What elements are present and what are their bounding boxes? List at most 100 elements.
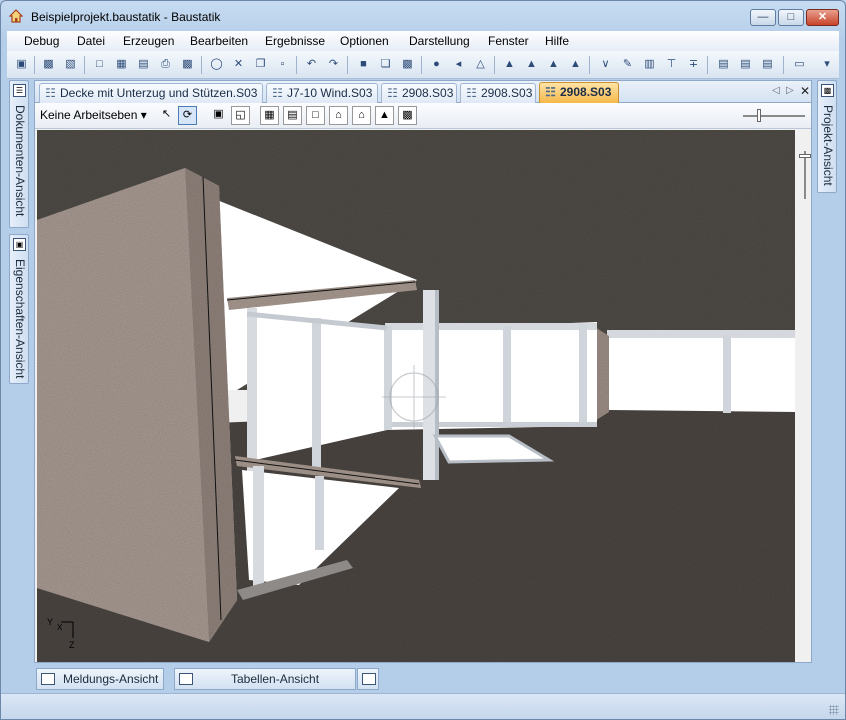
tab-label: J7-10 Wind.S03 — [287, 86, 373, 100]
menu-darstellung[interactable]: Darstellung — [409, 34, 470, 48]
house-icon — [9, 9, 23, 23]
menu-bearbeiten[interactable]: Bearbeiten — [190, 34, 248, 48]
export-icon[interactable]: ▩ — [179, 56, 196, 73]
foundation-icon[interactable]: ▤ — [759, 56, 776, 73]
undo-icon[interactable]: ↶ — [303, 56, 320, 73]
print-icon[interactable]: ⎙ — [157, 56, 174, 73]
page-preview-icon[interactable]: ▦ — [113, 56, 130, 73]
structure-icon: ☷ — [545, 85, 556, 99]
view-side-icon[interactable]: ▤ — [283, 106, 302, 125]
tab-scroll-left-icon[interactable]: ◁ — [772, 85, 780, 96]
load-icon[interactable]: ▲ — [501, 56, 518, 73]
results-icon[interactable]: ▲ — [567, 56, 584, 73]
copy-icon[interactable]: ❐ — [252, 56, 269, 73]
cube-view-icon[interactable]: ❏ — [377, 56, 394, 73]
orbit-icon[interactable]: ⟳ — [178, 106, 197, 125]
pencil-icon[interactable]: ✎ — [619, 56, 636, 73]
print-preview-icon[interactable]: ▤ — [135, 56, 152, 73]
tab-decke-mit-unterzug[interactable]: ☷ Decke mit Unterzug und Stützen.S03 — [39, 83, 263, 103]
tab-j7-10-wind[interactable]: ☷ J7-10 Wind.S03 — [266, 83, 378, 103]
zoom-slider-thumb[interactable] — [757, 109, 761, 122]
paste-icon[interactable]: ▫ — [274, 56, 291, 73]
window-mullion — [384, 326, 392, 430]
axis-x-label: X — [57, 623, 63, 632]
columns-icon[interactable]: ▭ — [791, 56, 808, 73]
redo-icon[interactable]: ↷ — [325, 56, 342, 73]
toolbar-overflow-icon[interactable]: ▾ — [821, 56, 833, 73]
document-tab-strip: ☷ Decke mit Unterzug und Stützen.S03 ☷ J… — [35, 81, 811, 103]
cursor-icon[interactable]: ↖ — [157, 106, 176, 125]
toolbar-separator — [421, 56, 422, 74]
project-icon: ▩ — [821, 84, 834, 97]
toolbar-separator — [589, 56, 590, 74]
render-mode-icon[interactable]: ▣ — [209, 106, 228, 125]
maximize-button[interactable]: □ — [778, 9, 804, 26]
menu-hilfe[interactable]: Hilfe — [545, 34, 569, 48]
tab-scroll-right-icon[interactable]: ▷ — [786, 85, 794, 96]
menu-ergebnisse[interactable]: Ergebnisse — [265, 34, 325, 48]
menu-fenster[interactable]: Fenster — [488, 34, 529, 48]
window-mullion — [723, 335, 731, 413]
vertical-slider-track — [804, 151, 806, 199]
tab-label: Decke mit Unterzug und Stützen.S03 — [60, 86, 258, 100]
view-house-icon[interactable]: ⌂ — [329, 106, 348, 125]
document-view-panel-tab[interactable]: ☰ Dokumenten-Ansicht — [9, 80, 29, 228]
network-icon[interactable]: ▩ — [399, 56, 416, 73]
view-iso-icon[interactable]: ▩ — [398, 106, 417, 125]
deflection-icon[interactable]: ∨ — [597, 56, 614, 73]
resize-grip-icon[interactable] — [829, 705, 839, 715]
messages-view-tab[interactable]: Meldungs-Ansicht — [36, 668, 164, 690]
rotate-view-icon[interactable]: ◂ — [450, 56, 467, 73]
menu-erzeugen[interactable]: Erzeugen — [123, 34, 174, 48]
tab-close-icon[interactable]: ✕ — [800, 84, 810, 98]
menu-datei[interactable]: Datei — [77, 34, 105, 48]
tab-2908-second[interactable]: ☷ 2908.S03 — [460, 83, 536, 103]
stair-icon[interactable]: ▤ — [715, 56, 732, 73]
delete-icon[interactable]: ✕ — [230, 56, 247, 73]
minimize-button[interactable]: — — [750, 9, 776, 26]
view-top-icon[interactable]: □ — [306, 106, 325, 125]
toolbar-separator — [296, 56, 297, 74]
view-roof-icon[interactable]: ⌂ — [352, 106, 371, 125]
slab-icon[interactable]: ▤ — [737, 56, 754, 73]
3d-scene[interactable]: Y X Z — [37, 130, 795, 662]
tab-label: 2908.S03 — [560, 85, 612, 99]
menu-optionen[interactable]: Optionen — [340, 34, 389, 48]
new-document-icon[interactable]: □ — [91, 56, 108, 73]
beam-icon[interactable]: ⊤ — [663, 56, 680, 73]
close-button[interactable]: ✕ — [806, 9, 839, 26]
combination-icon[interactable]: ▲ — [545, 56, 562, 73]
tab-2908-first[interactable]: ☷ 2908.S03 — [381, 83, 457, 103]
window-title: Beispielprojekt.baustatik - Baustatik — [31, 10, 221, 24]
menu-debug[interactable]: Debug — [24, 34, 59, 48]
save-icon[interactable]: ▧ — [62, 56, 79, 73]
building-icon[interactable]: ■ — [355, 56, 372, 73]
view-floor-icon[interactable]: ▲ — [375, 106, 394, 125]
vertical-slider-thumb[interactable] — [799, 154, 811, 158]
tables-view-tab[interactable]: Tabellen-Ansicht — [174, 668, 356, 690]
messages-icon — [41, 673, 55, 685]
working-plane-dropdown[interactable]: Keine Arbeitseben ▾ — [40, 108, 147, 122]
section-icon[interactable]: ▥ — [641, 56, 658, 73]
properties-view-panel-tab[interactable]: ▣ Eigenschaften-Ansicht — [9, 234, 29, 384]
window-band-right — [607, 333, 795, 412]
sphere-icon[interactable]: ● — [428, 56, 445, 73]
new-project-icon[interactable]: ▣ — [13, 56, 30, 73]
app-window: Beispielprojekt.baustatik - Baustatik — … — [0, 0, 846, 720]
lasso-icon[interactable]: ◯ — [208, 56, 225, 73]
dimension-icon[interactable]: ∓ — [685, 56, 702, 73]
properties-view-label: Eigenschaften-Ansicht — [13, 259, 27, 379]
3d-viewport[interactable]: Y X Z — [37, 130, 795, 662]
window-header — [607, 330, 795, 338]
project-view-panel-tab[interactable]: ▩ Projekt-Ansicht — [817, 80, 837, 193]
wireframe-icon[interactable]: ◱ — [231, 106, 250, 125]
second-table-tab[interactable] — [357, 668, 379, 690]
save-all-icon[interactable]: ▩ — [40, 56, 57, 73]
perspective-icon[interactable]: △ — [472, 56, 489, 73]
tab-2908-active[interactable]: ☷ 2908.S03 — [539, 82, 619, 103]
view-front-icon[interactable]: ▦ — [260, 106, 279, 125]
messages-view-label: Meldungs-Ansicht — [63, 672, 159, 686]
load-case-icon[interactable]: ▲ — [523, 56, 540, 73]
structure-icon: ☷ — [272, 86, 283, 100]
window-band-center — [385, 322, 597, 430]
